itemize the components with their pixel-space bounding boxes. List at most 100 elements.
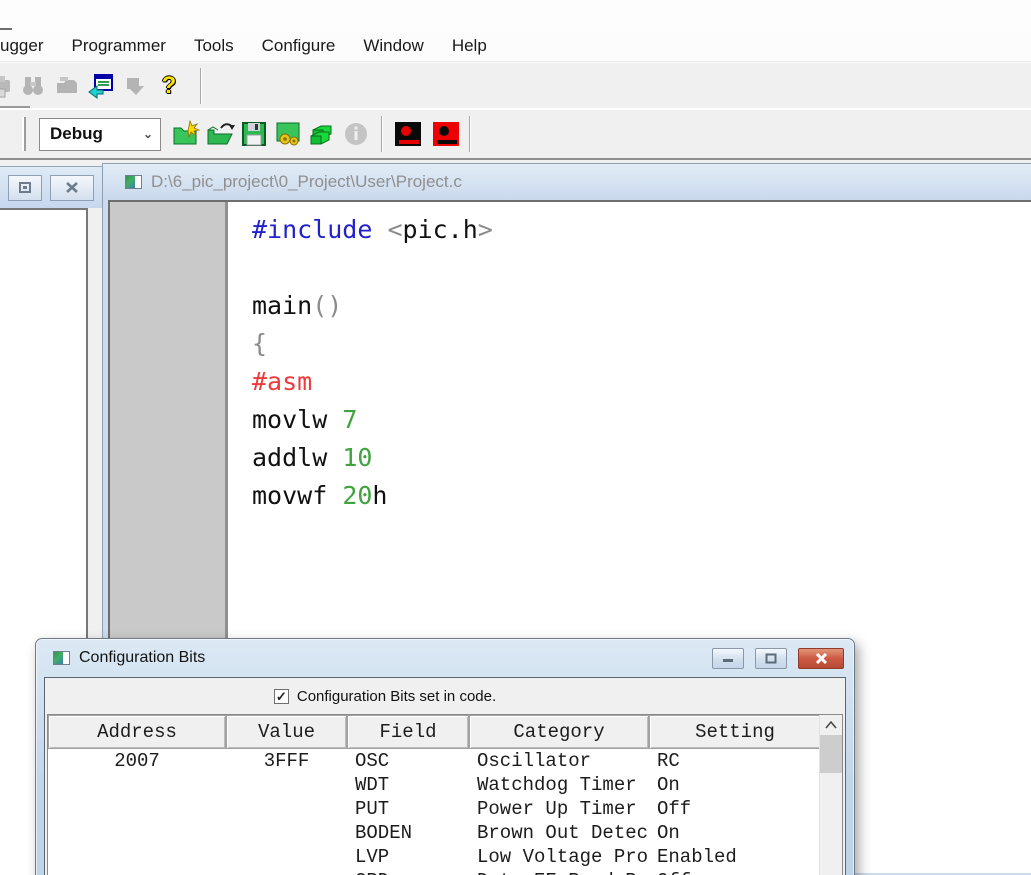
editor-title-path: D:\6_pic_project\0_Project\User\Project.… <box>151 172 462 192</box>
combobox-value: Debug <box>40 124 136 144</box>
build-icon[interactable] <box>273 119 303 149</box>
menu-item-configure[interactable]: Configure <box>248 36 350 56</box>
paste-arrow-icon[interactable] <box>120 71 150 101</box>
menu-item-window[interactable]: Window <box>349 36 437 56</box>
clipped-print-icon[interactable] <box>0 71 14 101</box>
minimize-button[interactable] <box>712 648 744 669</box>
column-header-field: Field <box>347 715 469 749</box>
find-icon[interactable] <box>18 71 48 101</box>
project-window-titlebar <box>0 166 102 208</box>
debug-toolbar: Debug ⌄ <box>0 110 1031 158</box>
table-cell: Enabled <box>649 845 821 869</box>
editor-titlebar: D:\6_pic_project\0_Project\User\Project.… <box>103 164 1031 200</box>
read-target-icon[interactable] <box>431 119 461 149</box>
code-token: pic.h <box>403 215 478 244</box>
table-cell <box>48 869 226 875</box>
column-header-value: Value <box>226 715 347 749</box>
code-line[interactable]: addlw 10 <box>252 439 1031 477</box>
code-token: movlw <box>252 405 342 434</box>
mdi-client-area: D:\6_pic_project\0_Project\User\Project.… <box>0 160 1031 875</box>
dialog-title: Configuration Bits <box>79 649 701 667</box>
table-cell: Watchdog Timer <box>469 773 649 797</box>
menubar: uggerProgrammerToolsConfigureWindowHelp <box>0 30 1031 62</box>
info-icon[interactable] <box>341 119 371 149</box>
table-cell <box>48 845 226 869</box>
table-cell: 3FFF <box>226 749 347 773</box>
code-line[interactable]: movwf 20h <box>252 477 1031 515</box>
toolbar-separator <box>469 116 471 152</box>
scroll-up-icon[interactable] <box>820 715 842 735</box>
menu-item-ugger[interactable]: ugger <box>0 36 57 56</box>
program-target-icon[interactable] <box>393 119 423 149</box>
code-token: 10 <box>342 443 372 472</box>
document-icon <box>125 175 142 189</box>
build-configuration-combobox[interactable]: Debug ⌄ <box>39 118 161 151</box>
column-header-setting: Setting <box>649 715 821 749</box>
close-icon[interactable] <box>798 648 844 669</box>
table-body: 20073FFFOSCOscillatorRCWDTWatchdog Timer… <box>48 749 821 875</box>
new-project-icon[interactable] <box>171 119 201 149</box>
standard-toolbar: ? <box>0 63 1031 108</box>
configuration-bits-dialog: Configuration Bits ✓ Configuration Bits … <box>35 638 855 875</box>
vertical-scroll-thumb[interactable] <box>820 735 842 773</box>
code-line[interactable] <box>252 249 1031 287</box>
table-cell: BODEN <box>347 821 469 845</box>
table-cell: RC <box>649 749 821 773</box>
save-workspace-icon[interactable] <box>239 119 269 149</box>
close-icon[interactable] <box>50 175 94 201</box>
checkbox[interactable]: ✓ <box>274 689 289 704</box>
menu-item-help[interactable]: Help <box>438 36 501 56</box>
table-cell <box>226 869 347 875</box>
open-project-icon[interactable] <box>205 119 235 149</box>
table-cell: Off <box>649 797 821 821</box>
code-line[interactable]: { <box>252 325 1031 363</box>
code-token: () <box>312 291 342 320</box>
table-row[interactable]: LVPLow Voltage ProgramEnabled <box>48 845 821 869</box>
table-cell: Off <box>649 869 821 875</box>
code-line[interactable]: #asm <box>252 363 1031 401</box>
vertical-scrollbar[interactable] <box>819 715 842 875</box>
table-row[interactable]: CPDData EE Read ProtectOff <box>48 869 821 875</box>
locator-window-icon[interactable] <box>86 71 116 101</box>
table-cell: On <box>649 773 821 797</box>
table-cell <box>48 797 226 821</box>
config-bits-table: AddressValueFieldCategorySetting 20073FF… <box>47 714 843 875</box>
dialog-titlebar: Configuration Bits <box>36 639 854 677</box>
table-cell: WDT <box>347 773 469 797</box>
make-icon[interactable] <box>307 119 337 149</box>
find-next-icon[interactable] <box>52 71 82 101</box>
table-row[interactable]: BODENBrown Out DetectOn <box>48 821 821 845</box>
table-header-row: AddressValueFieldCategorySetting <box>48 715 842 749</box>
menu-item-tools[interactable]: Tools <box>180 36 248 56</box>
config-bits-checkbox-row: ✓ Configuration Bits set in code. <box>0 678 785 714</box>
code-line[interactable]: main() <box>252 287 1031 325</box>
maximize-button[interactable] <box>755 648 787 669</box>
table-cell: On <box>649 821 821 845</box>
code-token: 20 <box>342 481 372 510</box>
table-row[interactable]: 20073FFFOSCOscillatorRC <box>48 749 821 773</box>
code-token: < <box>387 215 402 244</box>
chevron-down-icon[interactable]: ⌄ <box>136 127 160 141</box>
help-icon[interactable]: ? <box>154 71 184 101</box>
table-cell <box>226 821 347 845</box>
toolbar-grip[interactable] <box>22 117 26 151</box>
restore-button[interactable] <box>8 175 42 201</box>
code-token: movwf <box>252 481 342 510</box>
table-row[interactable]: PUTPower Up TimerOff <box>48 797 821 821</box>
table-cell <box>226 845 347 869</box>
code-token: main <box>252 291 312 320</box>
code-line[interactable]: movlw 7 <box>252 401 1031 439</box>
column-header-address: Address <box>48 715 226 749</box>
code-line[interactable]: #include <pic.h> <box>252 211 1031 249</box>
table-row[interactable]: WDTWatchdog TimerOn <box>48 773 821 797</box>
main-titlebar-clipped <box>0 0 1031 28</box>
toolbar-frame-fragment <box>0 106 30 108</box>
dialog-client-area: ✓ Configuration Bits set in code. Addres… <box>44 677 846 875</box>
menu-item-programmer[interactable]: Programmer <box>57 36 179 56</box>
dialog-icon <box>53 651 70 665</box>
table-cell <box>48 821 226 845</box>
table-cell: 2007 <box>48 749 226 773</box>
table-cell <box>226 773 347 797</box>
code-token: #asm <box>252 367 312 396</box>
table-cell: LVP <box>347 845 469 869</box>
